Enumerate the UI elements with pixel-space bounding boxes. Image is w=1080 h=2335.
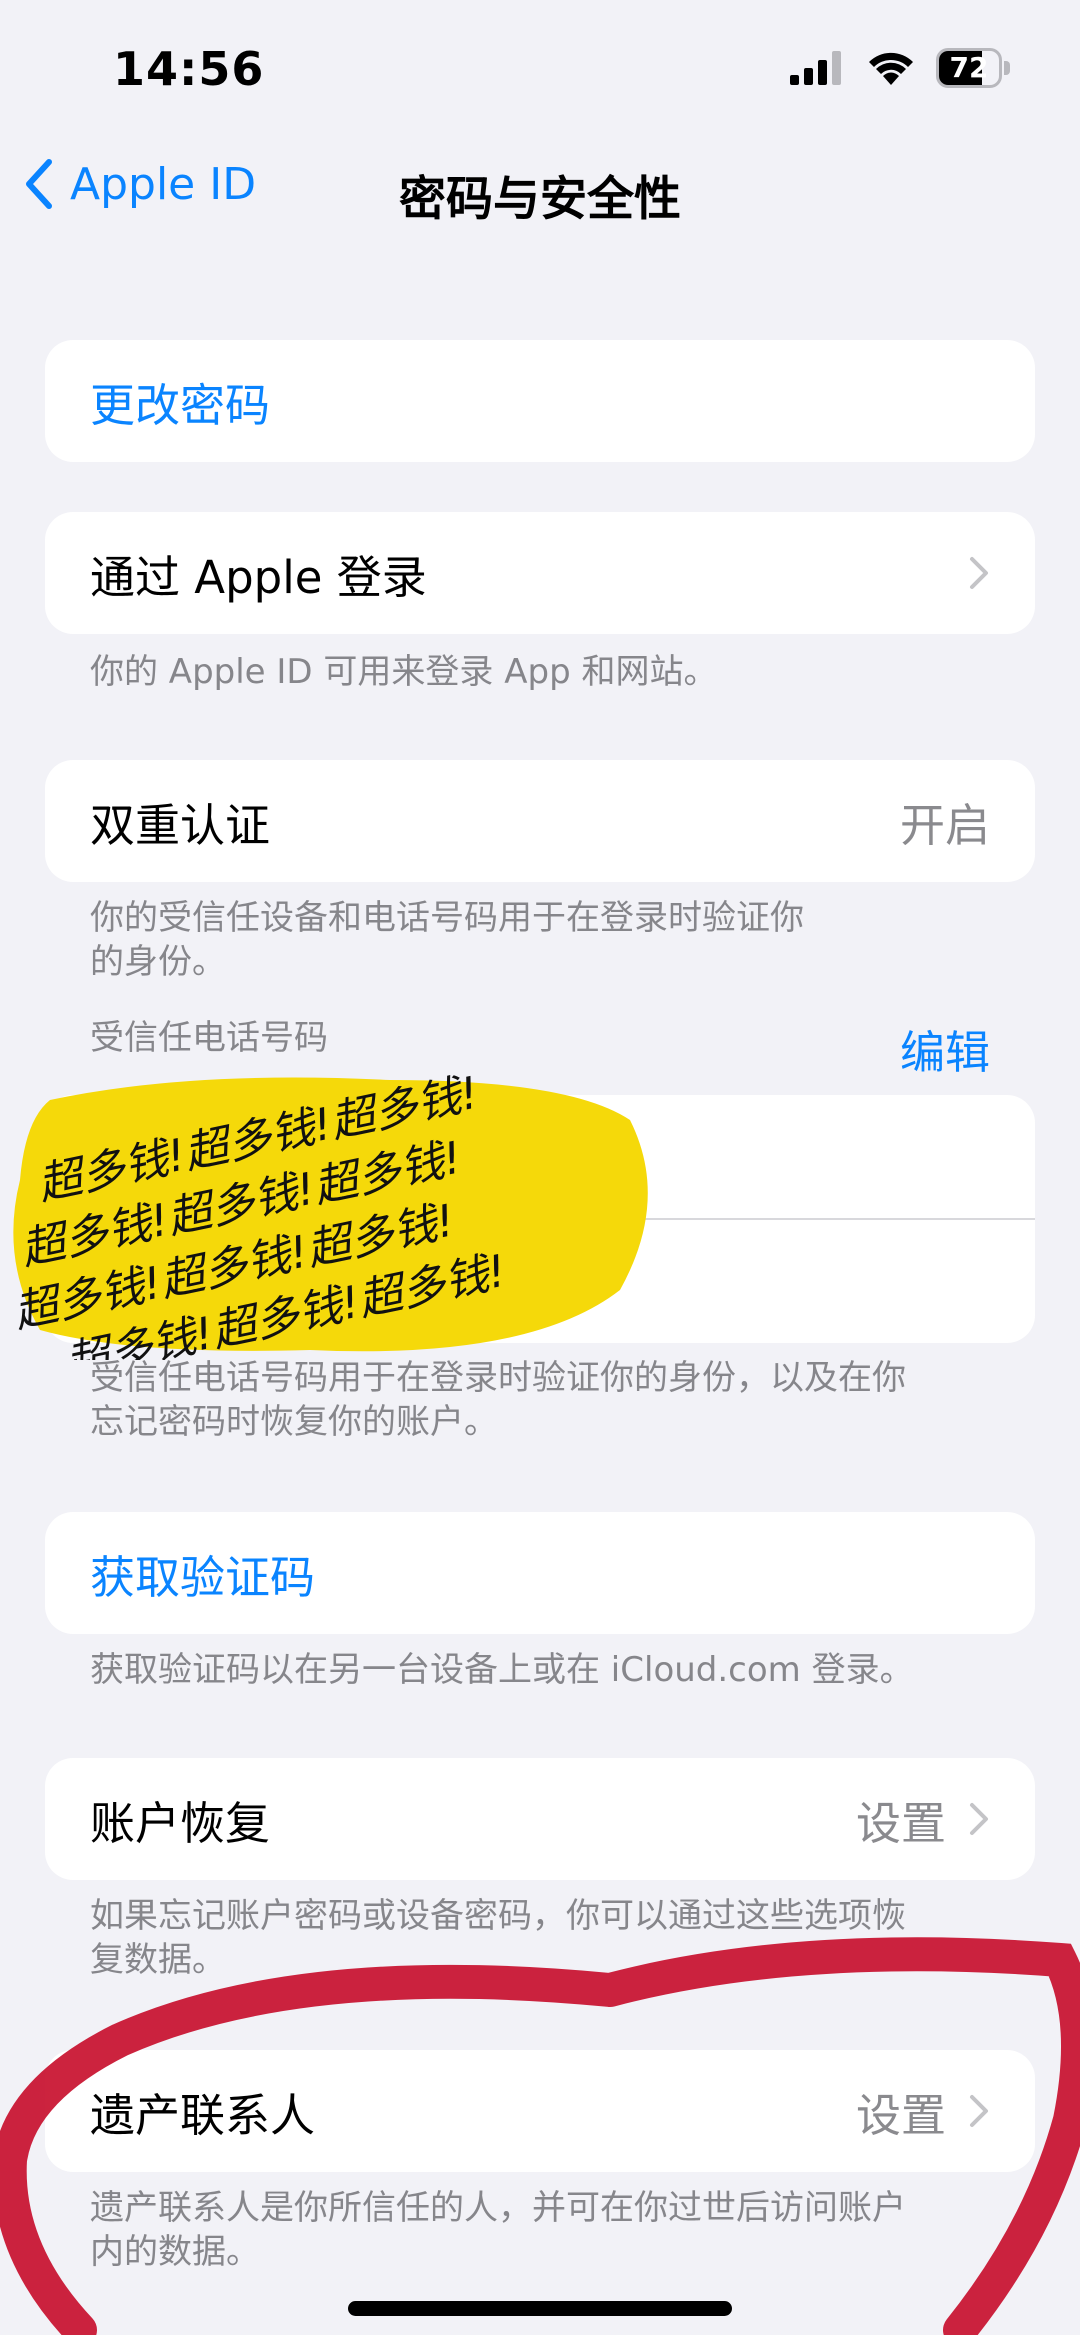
account-recovery-footnote: 如果忘记账户密码或设备密码，你可以通过这些选项恢 复数据。 [90, 1894, 990, 1982]
trusted-numbers-header: 受信任电话号码 [90, 1018, 328, 1058]
account-recovery-row[interactable]: 账户恢复 设置 [45, 1758, 1035, 1880]
home-indicator[interactable] [348, 2301, 732, 2316]
two-factor-label: 双重认证 [90, 798, 271, 852]
privacy-sticker: 超多钱!超多钱!超多钱! 超多钱!超多钱!超多钱! 超多钱!超多钱!超多钱! 超… [10, 1067, 648, 1360]
chevron-right-icon [970, 2095, 988, 2127]
trusted-numbers-footnote-line1: 受信任电话号码用于在登录时验证你的身份，以及在你 [90, 1358, 906, 1398]
legacy-contact-value: 设置 [855, 2088, 946, 2142]
get-code-card: 获取验证码 [45, 1512, 1035, 1634]
account-recovery-value: 设置 [855, 1796, 946, 1850]
two-factor-status: 开启 [899, 798, 990, 852]
battery-level: 72 [949, 51, 989, 84]
legacy-contact-card: 遗产联系人 设置 [45, 2050, 1035, 2172]
sign-in-with-apple-label: 通过 Apple 登录 [90, 550, 427, 604]
account-recovery-card: 账户恢复 设置 [45, 1758, 1035, 1880]
two-factor-footnote: 你的受信任设备和电话号码用于在登录时验证你 的身份。 [90, 896, 990, 984]
sign-in-with-apple-card: 通过 Apple 登录 [45, 512, 1035, 634]
get-code-button[interactable]: 获取验证码 [45, 1512, 1035, 1634]
battery-icon: 72 [936, 48, 1010, 88]
sign-in-with-apple-footnote: 你的 Apple ID 可用来登录 App 和网站。 [90, 652, 718, 692]
wifi-icon [869, 52, 913, 85]
cellular-signal-icon [790, 51, 841, 85]
trusted-numbers-footnote: 受信任电话号码用于在登录时验证你的身份，以及在你 忘记密码时恢复你的账户。 [90, 1356, 990, 1444]
status-time: 14:56 [113, 42, 265, 96]
chevron-right-icon [970, 1803, 988, 1835]
two-factor-card: 双重认证 开启 [45, 760, 1035, 882]
two-factor-row: 双重认证 开启 [45, 760, 1035, 882]
get-code-footnote: 获取验证码以在另一台设备上或在 iCloud.com 登录。 [90, 1650, 914, 1690]
account-recovery-label: 账户恢复 [90, 1796, 271, 1850]
change-password-button[interactable]: 更改密码 [45, 340, 1035, 462]
change-password-card: 更改密码 [45, 340, 1035, 462]
two-factor-footnote-line2: 的身份。 [90, 942, 226, 982]
account-recovery-footnote-line1: 如果忘记账户密码或设备密码，你可以通过这些选项恢 [90, 1896, 906, 1936]
chevron-right-icon [970, 557, 988, 589]
account-recovery-footnote-line2: 复数据。 [90, 1940, 226, 1980]
page-title: 密码与安全性 [399, 172, 681, 227]
two-factor-footnote-line1: 你的受信任设备和电话号码用于在登录时验证你 [90, 898, 804, 938]
sign-in-with-apple-row[interactable]: 通过 Apple 登录 [45, 512, 1035, 634]
edit-trusted-numbers-button[interactable]: 编辑 [900, 1016, 990, 1081]
legacy-contact-row[interactable]: 遗产联系人 设置 [45, 2050, 1035, 2172]
legacy-contact-footnote-line1: 遗产联系人是你所信任的人，并可在你过世后访问账户 [90, 2188, 906, 2228]
legacy-contact-footnote: 遗产联系人是你所信任的人，并可在你过世后访问账户 内的数据。 [90, 2186, 990, 2274]
legacy-contact-label: 遗产联系人 [90, 2088, 316, 2142]
trusted-numbers-footnote-line2: 忘记密码时恢复你的账户。 [90, 1402, 498, 1442]
status-icons: 72 [790, 48, 1010, 88]
legacy-contact-footnote-line2: 内的数据。 [90, 2232, 260, 2272]
get-code-label: 获取验证码 [90, 1550, 316, 1604]
change-password-label: 更改密码 [90, 378, 271, 432]
